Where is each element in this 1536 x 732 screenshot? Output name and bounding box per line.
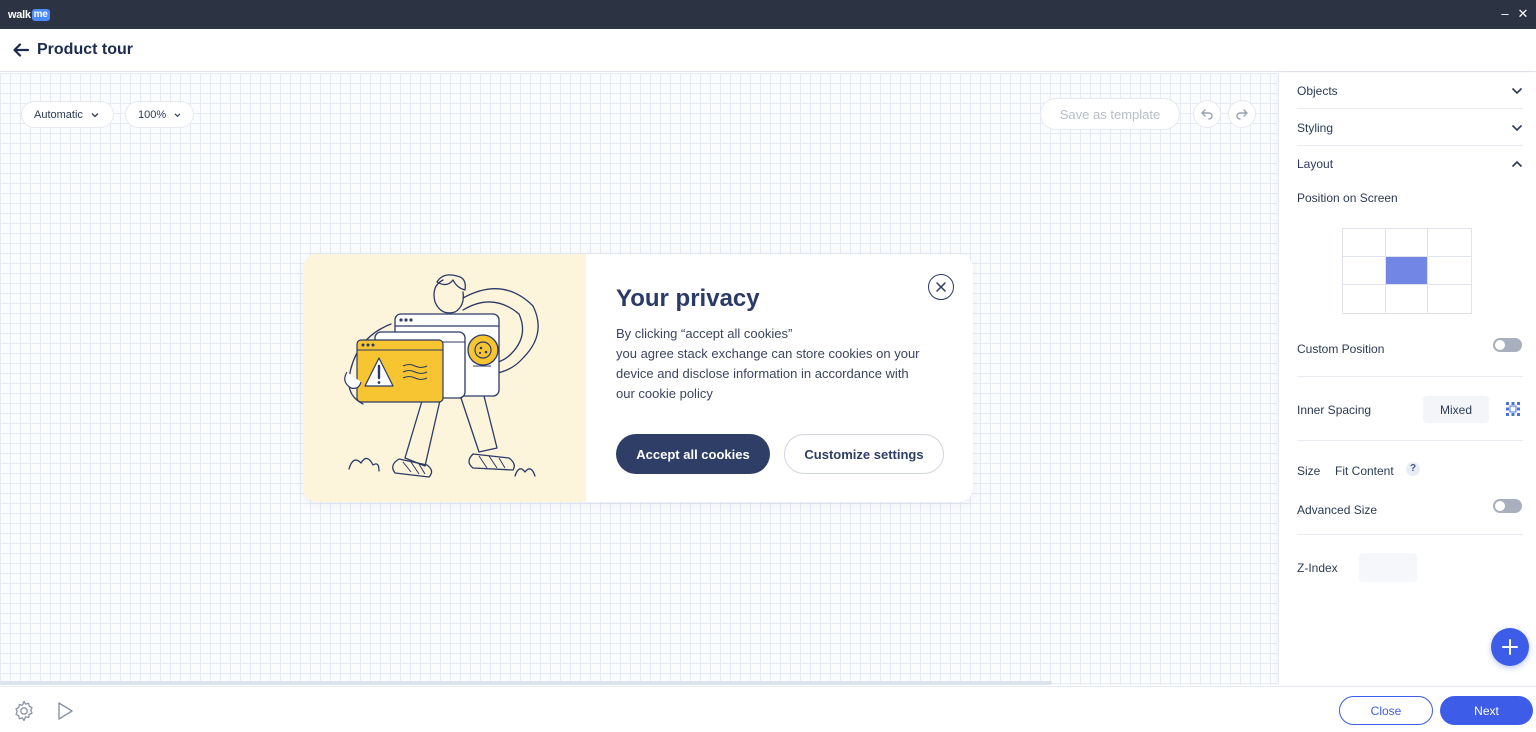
zindex-input[interactable] (1359, 553, 1417, 582)
chevron-down-icon (91, 112, 99, 117)
person-carrying-windows-illustration (344, 274, 539, 478)
close-button[interactable]: Close (1339, 696, 1433, 725)
editor-canvas[interactable]: Automatic 100% Save as template Your pri… (0, 73, 1277, 685)
chevron-up-icon (1511, 160, 1523, 168)
divider (1297, 440, 1523, 441)
chevron-down-icon (174, 112, 181, 117)
gear-icon[interactable] (13, 700, 35, 722)
section-objects-label: Objects (1297, 83, 1338, 98)
privacy-dialog[interactable]: Your privacy By clicking “accept all coo… (303, 254, 973, 502)
section-layout[interactable]: Layout (1297, 146, 1523, 182)
dialog-body-line: device and disclose information in accor… (616, 366, 909, 381)
minimize-icon[interactable]: – (1497, 6, 1513, 22)
size-value[interactable]: Fit Content (1335, 464, 1394, 478)
window-close-icon[interactable]: ✕ (1515, 6, 1531, 22)
arrow-left-icon[interactable] (12, 41, 30, 59)
section-styling[interactable]: Styling (1297, 110, 1523, 146)
position-middle-left[interactable] (1343, 257, 1386, 285)
walkme-logo: walk me (8, 8, 50, 22)
dialog-close-button[interactable] (928, 274, 954, 300)
chevron-down-icon (1511, 87, 1523, 94)
position-bottom-left[interactable] (1343, 285, 1386, 313)
position-on-screen-label: Position on Screen (1297, 191, 1398, 205)
plus-icon (1502, 639, 1518, 655)
accept-all-cookies-button[interactable]: Accept all cookies (616, 434, 770, 474)
advanced-size-label: Advanced Size (1297, 503, 1378, 517)
section-objects[interactable]: Objects (1297, 73, 1523, 109)
section-layout-label: Layout (1297, 157, 1334, 171)
window-titlebar: walk me – ✕ (0, 0, 1536, 29)
custom-position-label: Custom Position (1297, 342, 1385, 356)
divider (1297, 534, 1523, 535)
dialog-body-line: you agree stack exchange can store cooki… (616, 346, 920, 361)
divider (1297, 376, 1523, 377)
brand-me: me (31, 9, 50, 21)
page-header: Product tour (0, 29, 1536, 72)
advanced-size-toggle[interactable] (1493, 499, 1522, 513)
customize-settings-button[interactable]: Customize settings (784, 434, 944, 474)
help-icon[interactable]: ? (1406, 462, 1420, 476)
save-as-template-button[interactable]: Save as template (1040, 98, 1180, 130)
custom-position-toggle[interactable] (1493, 338, 1522, 352)
zindex-label: Z-Index (1297, 561, 1338, 575)
dialog-body: By clicking “accept all cookies” you agr… (616, 324, 956, 404)
zoom-select[interactable]: 100% (125, 101, 194, 128)
zoom-value: 100% (138, 108, 167, 121)
add-button[interactable] (1491, 628, 1529, 666)
play-icon[interactable] (56, 701, 74, 721)
size-label: Size (1297, 464, 1321, 478)
dialog-body-line: By clicking “accept all cookies” (616, 326, 793, 341)
inner-spacing-label: Inner Spacing (1297, 403, 1372, 417)
position-top-left[interactable] (1343, 229, 1386, 257)
undo-button[interactable] (1193, 100, 1221, 128)
illustration-panel (303, 254, 586, 502)
position-middle-right[interactable] (1428, 257, 1471, 285)
position-middle-center[interactable] (1385, 257, 1429, 285)
layout-mode-select[interactable]: Automatic (21, 101, 114, 128)
properties-panel: Objects Styling Layout Position on Scree… (1278, 73, 1536, 685)
inner-spacing-value[interactable]: Mixed (1423, 396, 1489, 423)
chevron-down-icon (1511, 124, 1523, 131)
page-title: Product tour (37, 41, 133, 58)
next-button[interactable]: Next (1440, 696, 1533, 725)
section-styling-label: Styling (1297, 120, 1334, 135)
position-grid (1342, 228, 1472, 314)
dialog-body-line: our cookie policy (616, 386, 713, 401)
position-bottom-right[interactable] (1428, 285, 1471, 313)
position-top-right[interactable] (1428, 229, 1471, 257)
spacing-grid-icon[interactable] (1505, 401, 1521, 417)
footer-bar: Close Next (0, 686, 1536, 732)
horizontal-scrollbar[interactable] (0, 681, 1052, 685)
position-bottom-center[interactable] (1386, 285, 1429, 313)
dialog-title: Your privacy (616, 285, 760, 312)
undo-icon (1201, 109, 1213, 120)
redo-icon (1236, 109, 1248, 120)
close-circle-icon (936, 282, 946, 292)
layout-mode-value: Automatic (34, 108, 83, 121)
redo-button[interactable] (1228, 100, 1256, 128)
brand-walk: walk (8, 9, 31, 21)
position-top-center[interactable] (1385, 229, 1429, 257)
